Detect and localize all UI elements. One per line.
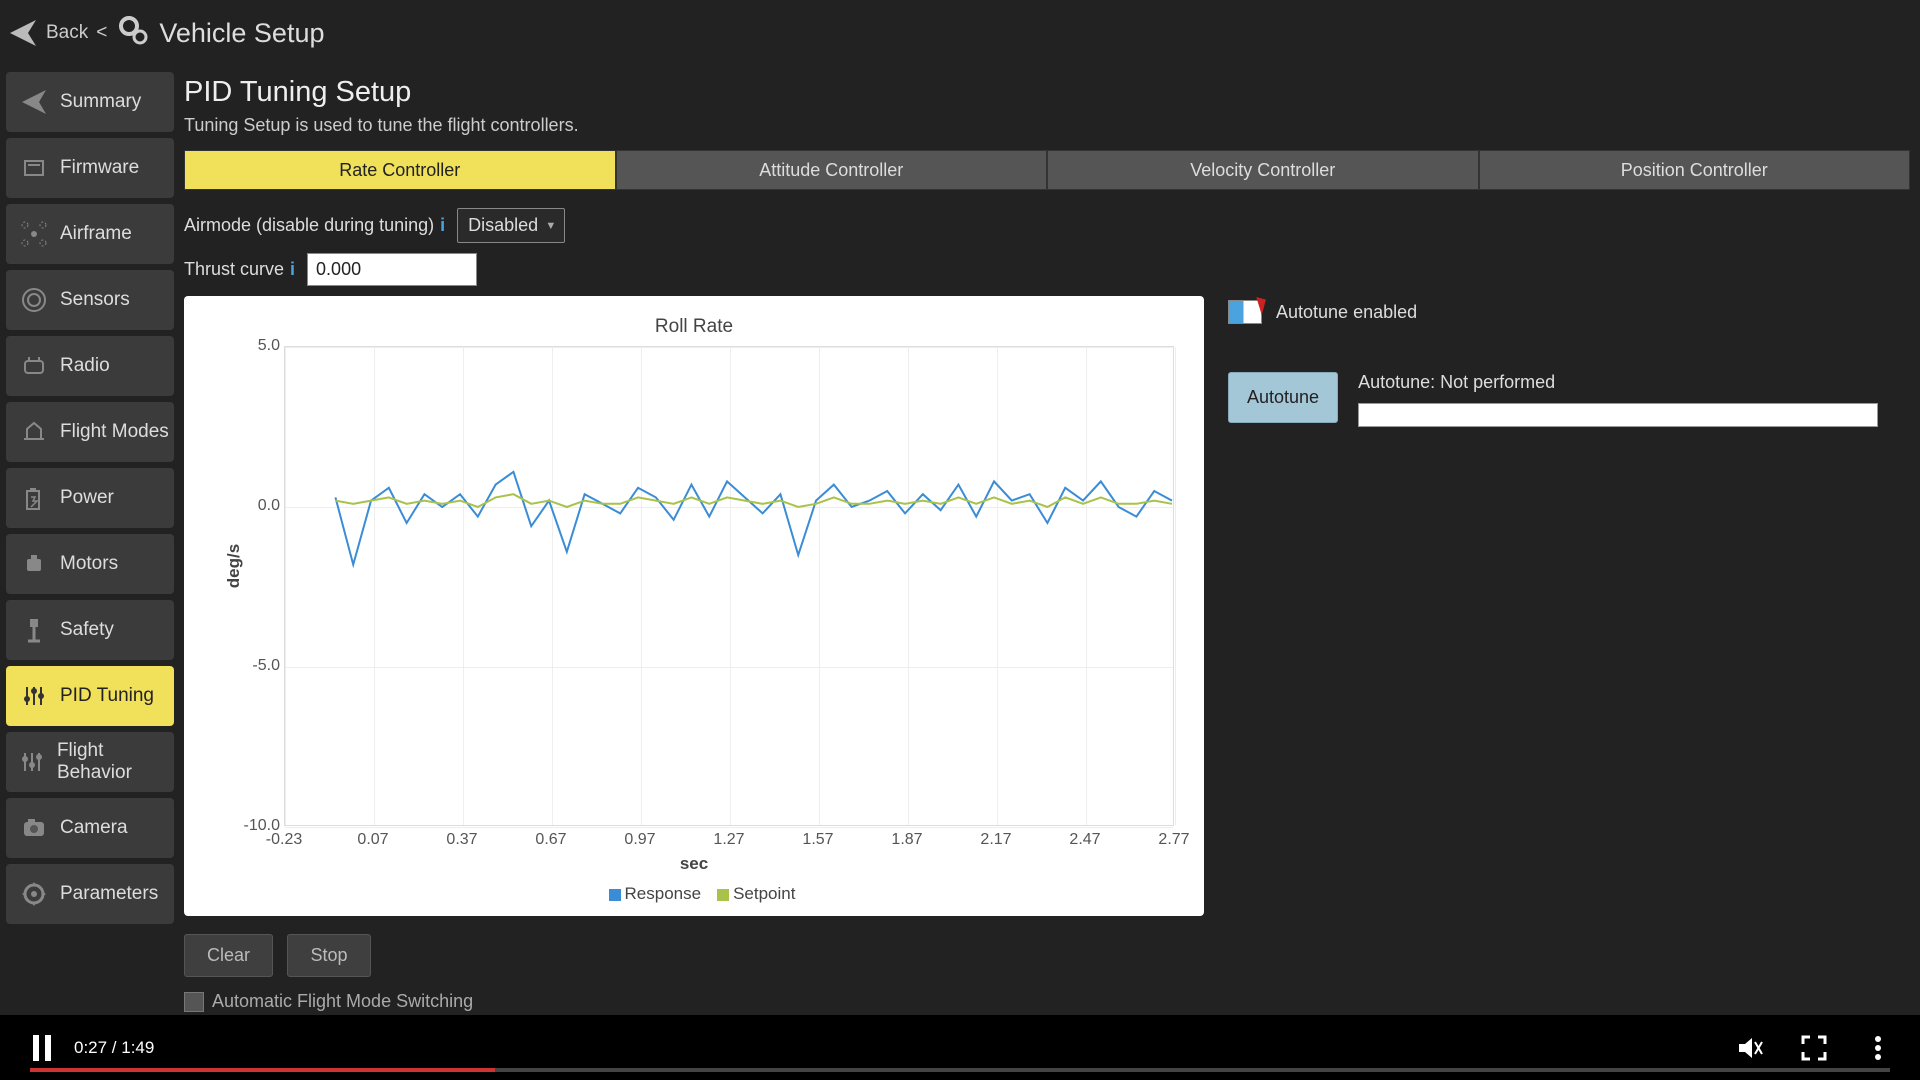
chart-xtick: 1.27 bbox=[713, 831, 744, 849]
thrust-curve-input[interactable] bbox=[307, 253, 477, 286]
autotune-enabled-label: Autotune enabled bbox=[1276, 302, 1417, 323]
video-controls: 0:27 / 1:49 bbox=[0, 1015, 1920, 1080]
video-progress-fill bbox=[30, 1068, 495, 1072]
gears-icon bbox=[117, 14, 151, 53]
stop-button[interactable]: Stop bbox=[287, 934, 370, 977]
tab-rate-controller[interactable]: Rate Controller bbox=[184, 150, 616, 190]
chart-xtick: 1.57 bbox=[802, 831, 833, 849]
sidebar-icon bbox=[14, 412, 54, 452]
video-time: 0:27 / 1:49 bbox=[74, 1038, 154, 1058]
auto-flight-mode-checkbox[interactable] bbox=[184, 992, 204, 1012]
legend-label: Response bbox=[625, 884, 702, 903]
sidebar-item-label: Safety bbox=[60, 619, 114, 641]
airmode-dropdown[interactable]: Disabled bbox=[457, 208, 565, 243]
chart-ytick: 0.0 bbox=[240, 497, 280, 515]
sidebar-item-label: Firmware bbox=[60, 157, 139, 179]
tab-velocity-controller[interactable]: Velocity Controller bbox=[1047, 150, 1479, 190]
sidebar-item-label: Airframe bbox=[60, 223, 132, 245]
sidebar-item-sensors[interactable]: Sensors bbox=[6, 270, 174, 330]
sidebar-icon bbox=[14, 82, 54, 122]
sidebar: Summary Firmware Airframe Sensors Radio Fligh… bbox=[0, 66, 174, 1015]
sidebar-item-parameters[interactable]: Parameters bbox=[6, 864, 174, 924]
more-options-button[interactable] bbox=[1860, 1030, 1896, 1066]
chart-title: Roll Rate bbox=[204, 316, 1184, 338]
sidebar-icon bbox=[14, 676, 54, 716]
sidebar-icon bbox=[14, 742, 51, 782]
chart-ytick: -5.0 bbox=[240, 657, 280, 675]
video-progress-track[interactable] bbox=[30, 1068, 1890, 1072]
autotune-status: Autotune: Not performed bbox=[1358, 372, 1878, 393]
roll-rate-chart: Roll Rate deg/s sec ResponseSetpoint -0.… bbox=[184, 296, 1204, 916]
sidebar-item-flight-behavior[interactable]: Flight Behavior bbox=[6, 732, 174, 792]
chart-xtick: 0.97 bbox=[624, 831, 655, 849]
sidebar-item-motors[interactable]: Motors bbox=[6, 534, 174, 594]
sidebar-item-label: Flight Behavior bbox=[57, 740, 174, 784]
back-chevron-icon: < bbox=[96, 22, 107, 44]
fullscreen-button[interactable] bbox=[1796, 1030, 1832, 1066]
chart-xlabel: sec bbox=[184, 854, 1204, 874]
sidebar-item-safety[interactable]: Safety bbox=[6, 600, 174, 660]
sidebar-item-flight-modes[interactable]: Flight Modes bbox=[6, 402, 174, 462]
sidebar-item-summary[interactable]: Summary bbox=[6, 72, 174, 132]
sidebar-icon bbox=[14, 610, 54, 650]
sidebar-item-label: Power bbox=[60, 487, 114, 509]
sidebar-item-label: Flight Modes bbox=[60, 421, 169, 443]
autotune-button[interactable]: Autotune bbox=[1228, 372, 1338, 423]
autotune-enabled-checkbox[interactable] bbox=[1228, 300, 1262, 324]
thrust-label: Thrust curve bbox=[184, 259, 284, 280]
sidebar-item-camera[interactable]: Camera bbox=[6, 798, 174, 858]
page-subtitle: Tuning Setup is used to tune the flight … bbox=[184, 115, 1910, 136]
pause-button[interactable] bbox=[24, 1030, 60, 1066]
chart-xtick: 2.17 bbox=[980, 831, 1011, 849]
auto-flight-mode-label: Automatic Flight Mode Switching bbox=[212, 991, 473, 1012]
chart-legend: Response Setpoint bbox=[184, 884, 1204, 904]
chart-xtick: 0.67 bbox=[535, 831, 566, 849]
clear-button[interactable]: Clear bbox=[184, 934, 273, 977]
chart-ytick: -10.0 bbox=[240, 817, 280, 835]
sidebar-item-label: Camera bbox=[60, 817, 128, 839]
sidebar-icon bbox=[14, 346, 54, 386]
cursor-icon bbox=[1252, 297, 1266, 315]
sidebar-icon bbox=[14, 544, 54, 584]
page-header-title: Vehicle Setup bbox=[159, 18, 324, 49]
chart-xtick: 0.07 bbox=[357, 831, 388, 849]
sidebar-icon bbox=[14, 214, 54, 254]
info-icon[interactable]: i bbox=[290, 259, 295, 280]
legend-label: Setpoint bbox=[733, 884, 795, 903]
sidebar-item-label: Motors bbox=[60, 553, 118, 575]
sidebar-item-pid-tuning[interactable]: PID Tuning bbox=[6, 666, 174, 726]
chart-ylabel: deg/s bbox=[224, 544, 244, 588]
sidebar-item-label: Parameters bbox=[60, 883, 158, 905]
sidebar-icon bbox=[14, 280, 54, 320]
sidebar-item-power[interactable]: Power bbox=[6, 468, 174, 528]
tab-position-controller[interactable]: Position Controller bbox=[1479, 150, 1911, 190]
chart-xtick: 2.47 bbox=[1069, 831, 1100, 849]
sidebar-item-label: Sensors bbox=[60, 289, 130, 311]
page-title: PID Tuning Setup bbox=[184, 76, 1910, 109]
autotune-progress-bar bbox=[1358, 403, 1878, 427]
sidebar-item-label: Radio bbox=[60, 355, 110, 377]
controller-tabs: Rate ControllerAttitude ControllerVeloci… bbox=[184, 150, 1910, 190]
chart-xtick: 2.77 bbox=[1158, 831, 1189, 849]
sidebar-icon bbox=[14, 874, 54, 914]
chart-ytick: 5.0 bbox=[240, 337, 280, 355]
sidebar-item-label: Summary bbox=[60, 91, 141, 113]
info-icon[interactable]: i bbox=[440, 215, 445, 236]
sidebar-item-firmware[interactable]: Firmware bbox=[6, 138, 174, 198]
sidebar-item-radio[interactable]: Radio bbox=[6, 336, 174, 396]
airmode-label: Airmode (disable during tuning) bbox=[184, 215, 434, 236]
sidebar-icon bbox=[14, 478, 54, 518]
chart-xtick: 0.37 bbox=[446, 831, 477, 849]
sidebar-item-label: PID Tuning bbox=[60, 685, 154, 707]
sidebar-item-airframe[interactable]: Airframe bbox=[6, 204, 174, 264]
chart-xtick: 1.87 bbox=[891, 831, 922, 849]
tab-attitude-controller[interactable]: Attitude Controller bbox=[616, 150, 1048, 190]
back-button[interactable]: Back < bbox=[6, 16, 117, 50]
back-label: Back bbox=[46, 22, 88, 44]
mute-button[interactable] bbox=[1732, 1030, 1768, 1066]
sidebar-icon bbox=[14, 808, 54, 848]
sidebar-icon bbox=[14, 148, 54, 188]
